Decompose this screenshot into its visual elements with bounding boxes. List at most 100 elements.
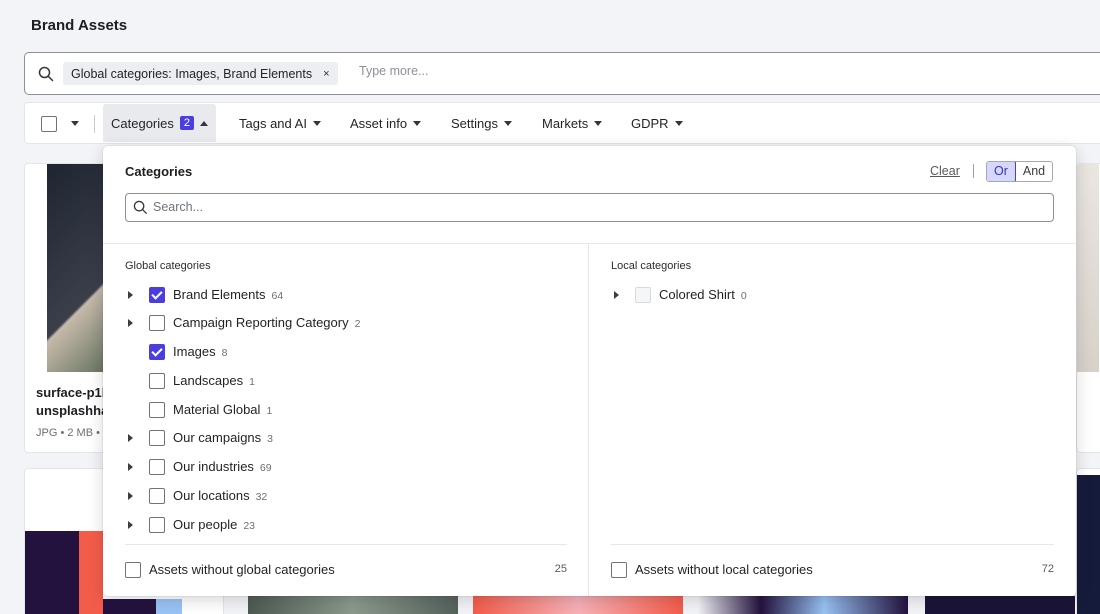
asset-thumbnail-shape [156,599,182,614]
category-label: Brand Elements 64 [173,287,284,302]
category-label: Our campaigns 3 [173,430,273,445]
select-options-chevron-down-icon[interactable] [71,121,79,126]
categories-dropdown: Categories Clear Or And Global categorie… [103,146,1076,596]
category-count: 8 [221,347,228,359]
category-label: Our locations 32 [173,488,268,503]
filter-count-badge: 2 [179,116,194,130]
asset-thumbnail [248,596,458,614]
filter-toolbar: Categories 2 Tags and AI Asset info Sett… [24,102,1100,144]
asset-name: surface-p1l [36,385,106,400]
expand-arrow-icon[interactable] [128,434,133,442]
footer-divider [125,544,567,545]
category-checkbox[interactable] [635,287,651,303]
assets-without-global-categories[interactable]: Assets without global categories 25 [125,561,567,579]
panel-title: Categories [125,164,193,179]
category-count: 1 [266,405,273,417]
category-label: Campaign Reporting Category 2 [173,315,361,330]
asset-thumbnail-shape [79,531,103,614]
select-all-checkbox[interactable] [41,116,57,132]
category-label: Our people 23 [173,517,256,532]
category-search[interactable] [125,193,1054,222]
category-label: Material Global 1 [173,402,273,417]
category-checkbox[interactable] [149,459,165,475]
filter-label: Categories [111,115,174,131]
asset-thumbnail [25,531,79,614]
filter-tags-and-ai[interactable]: Tags and AI [231,104,329,142]
global-categories-heading: Global categories [125,260,211,272]
category-count: 0 [740,290,747,302]
filter-label: Markets [542,115,589,131]
chevron-down-icon [674,120,683,126]
category-count: 23 [243,520,256,532]
asset-meta: JPG • 2 MB • [36,427,100,439]
category-checkbox[interactable] [149,517,165,533]
asset-card[interactable] [1076,163,1100,453]
column-divider [588,244,589,596]
category-count: 64 [271,290,284,302]
category-checkbox[interactable] [149,402,165,418]
category-search-input[interactable] [153,200,753,214]
search-icon [38,66,54,82]
filter-label: Asset info [350,115,408,131]
mode-or-button[interactable]: Or [987,162,1016,181]
category-checkbox[interactable] [149,430,165,446]
panel-divider [973,164,974,178]
asset-card[interactable] [1076,468,1100,614]
asset-thumbnail-shape [103,599,156,614]
remove-chip-icon[interactable]: × [323,68,329,80]
chevron-up-icon [200,120,208,126]
filter-label: GDPR [631,115,669,131]
category-label: Our industries 69 [173,459,272,474]
category-count: 69 [259,462,272,474]
clear-button[interactable]: Clear [930,164,960,178]
without-global-label: Assets without global categories [149,562,335,577]
category-checkbox[interactable] [149,315,165,331]
panel-divider [103,243,1076,244]
asset-thumbnail [698,596,908,614]
expand-arrow-icon[interactable] [128,319,133,327]
category-label: Colored Shirt 0 [659,287,747,302]
expand-arrow-icon[interactable] [128,492,133,500]
category-checkbox[interactable] [149,344,165,360]
chevron-down-icon [503,120,512,126]
assets-without-local-categories[interactable]: Assets without local categories 72 [611,561,1054,579]
expand-arrow-icon[interactable] [614,291,619,299]
toolbar-divider [94,115,95,133]
asset-thumbnail [473,596,683,614]
category-label: Images 8 [173,344,228,359]
category-label: Landscapes 1 [173,373,255,388]
local-categories-heading: Local categories [611,260,692,272]
expand-arrow-icon[interactable] [128,291,133,299]
footer-divider [611,544,1054,545]
expand-arrow-icon[interactable] [128,463,133,471]
filter-chip-global-categories: Global categories: Images, Brand Element… [63,62,338,85]
category-checkbox[interactable] [149,488,165,504]
filter-gdpr[interactable]: GDPR [623,104,691,142]
asset-thumbnail [925,596,1075,614]
filter-chip-label: Global categories: Images, Brand Element… [71,66,313,81]
without-global-checkbox[interactable] [125,562,141,578]
without-local-checkbox[interactable] [611,562,627,578]
asset-thumbnail [1077,164,1099,372]
filter-markets[interactable]: Markets [534,104,610,142]
category-checkbox[interactable] [149,287,165,303]
without-local-label: Assets without local categories [635,562,813,577]
category-count: 2 [354,318,361,330]
mode-and-button[interactable]: And [1016,162,1052,181]
search-input[interactable] [359,64,659,78]
filter-categories[interactable]: Categories 2 [103,104,216,142]
asset-search-bar[interactable]: Global categories: Images, Brand Element… [24,52,1100,95]
filter-asset-info[interactable]: Asset info [342,104,429,142]
category-count: 3 [267,433,273,445]
category-count: 32 [255,491,268,503]
category-count: 1 [249,376,255,388]
search-icon [133,200,147,214]
category-checkbox[interactable] [149,373,165,389]
filter-settings[interactable]: Settings [443,104,520,142]
chevron-down-icon [413,120,422,126]
without-global-count: 25 [554,563,567,575]
chevron-down-icon [594,120,603,126]
asset-name-continued: unsplashha [36,403,109,418]
expand-arrow-icon[interactable] [128,521,133,529]
filter-label: Tags and AI [239,115,307,131]
